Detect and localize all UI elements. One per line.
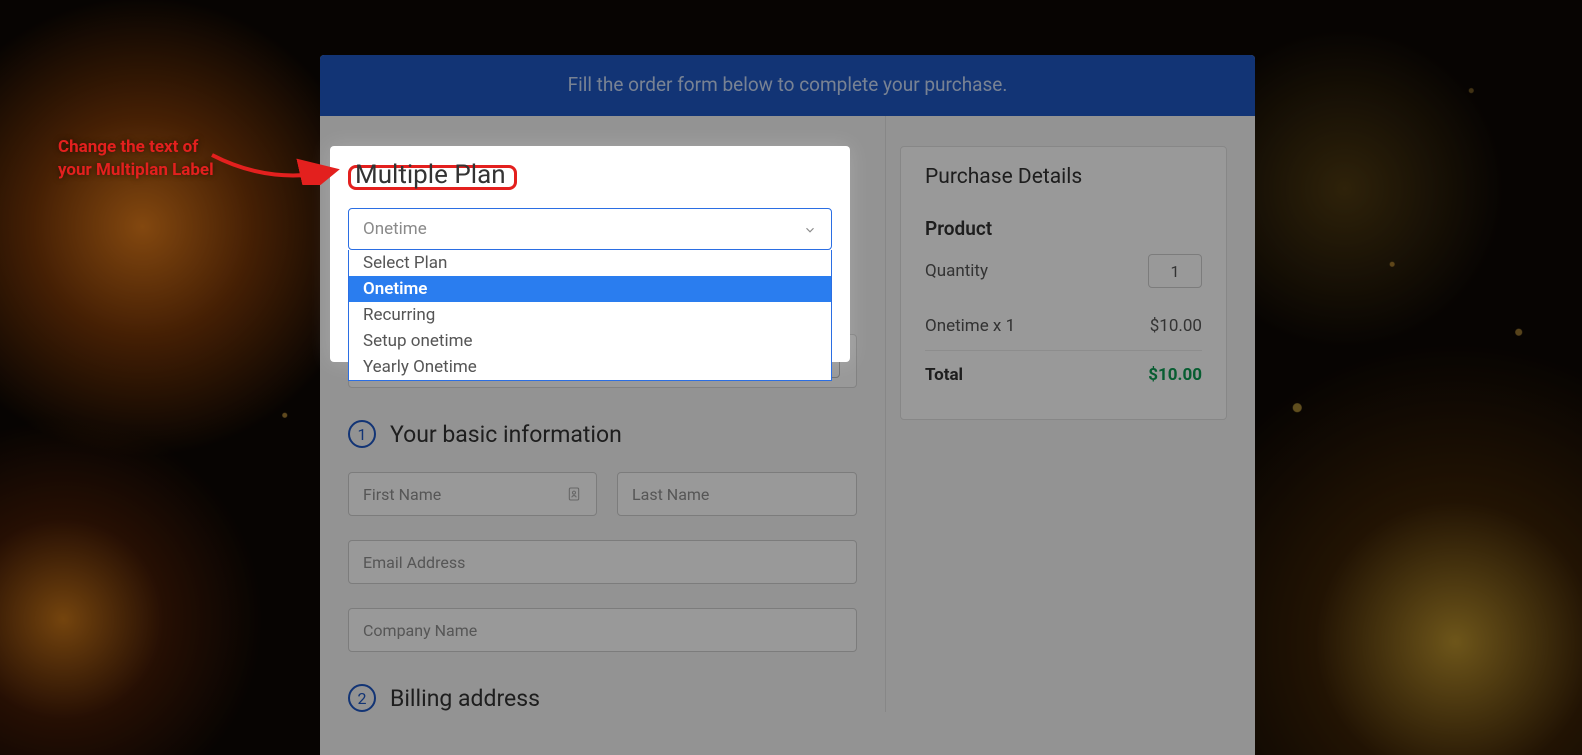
step-1-number-icon: 1 xyxy=(348,420,376,448)
first-name-field[interactable] xyxy=(348,472,597,516)
purchase-details-card: Purchase Details Product Quantity 1 Onet… xyxy=(900,146,1227,420)
plan-option-recurring[interactable]: Recurring xyxy=(349,302,831,328)
plan-select[interactable]: Onetime xyxy=(348,208,832,250)
last-name-field[interactable] xyxy=(617,472,857,516)
quantity-label: Quantity xyxy=(925,261,988,281)
line-item-label: Onetime x 1 xyxy=(925,316,1015,336)
plan-dropdown: Select Plan Onetime Recurring Setup onet… xyxy=(348,250,832,381)
banner-text: Fill the order form below to complete yo… xyxy=(568,73,1008,96)
step-2-header: 2 Billing address xyxy=(348,684,857,712)
multiplan-label-highlight: Multiple Plan xyxy=(348,165,517,190)
multiplan-popup: Multiple Plan Onetime Select Plan Onetim… xyxy=(330,146,850,362)
product-label: Product xyxy=(925,217,1202,240)
company-field[interactable] xyxy=(348,608,857,652)
annotation-callout: Change the text of your Multiplan Label xyxy=(58,136,228,182)
total-amount: $10.00 xyxy=(1148,365,1202,385)
purchase-details-title: Purchase Details xyxy=(925,165,1202,189)
plan-option-onetime[interactable]: Onetime xyxy=(349,276,831,302)
email-field[interactable] xyxy=(348,540,857,584)
plan-option-yearly-onetime[interactable]: Yearly Onetime xyxy=(349,354,831,380)
plan-option-select-plan[interactable]: Select Plan xyxy=(349,250,831,276)
plan-select-value: Onetime xyxy=(363,219,427,239)
first-name-input[interactable] xyxy=(363,485,566,504)
banner: Fill the order form below to complete yo… xyxy=(320,55,1255,116)
chevron-down-icon xyxy=(803,222,817,236)
autofill-contact-icon xyxy=(566,486,582,502)
quantity-stepper[interactable]: 1 xyxy=(1148,254,1202,288)
company-input[interactable] xyxy=(363,621,842,640)
plan-option-setup-onetime[interactable]: Setup onetime xyxy=(349,328,831,354)
step-1-title: Your basic information xyxy=(390,421,622,448)
step-2-number-icon: 2 xyxy=(348,684,376,712)
last-name-input[interactable] xyxy=(632,485,842,504)
step-2-title: Billing address xyxy=(390,685,540,712)
step-1-header: 1 Your basic information xyxy=(348,420,857,448)
total-label: Total xyxy=(925,365,963,385)
purchase-details-column: Purchase Details Product Quantity 1 Onet… xyxy=(885,116,1255,712)
line-item-amount: $10.00 xyxy=(1150,316,1202,336)
email-input[interactable] xyxy=(363,553,842,572)
multiplan-label: Multiple Plan xyxy=(351,158,514,194)
annotation-arrow-icon xyxy=(210,145,340,185)
